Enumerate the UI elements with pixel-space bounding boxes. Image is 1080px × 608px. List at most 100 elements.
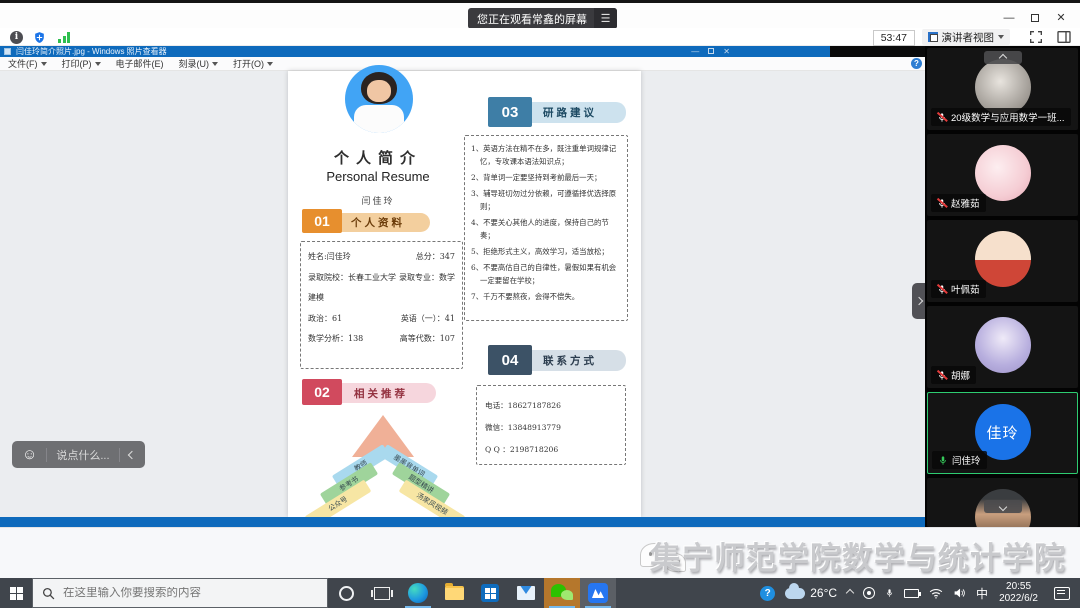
avatar (975, 317, 1031, 373)
restore-button[interactable] (1026, 10, 1044, 25)
close-button[interactable]: ✕ (1052, 10, 1070, 25)
taskbar-clock[interactable]: 20:55 2022/6/2 (993, 581, 1044, 605)
resume-subtitle: Personal Resume (290, 169, 466, 184)
photo-viewer-titlebar: 闫佳玲简介照片.jpg - Windows 照片查看器 — ✕ (0, 46, 830, 57)
wechat-float-icon[interactable] (640, 537, 696, 577)
quick-chat-widget[interactable]: ☺ 说点什么... (12, 441, 145, 468)
participant-tile[interactable]: 20级数学与应用数学一班... (927, 48, 1078, 130)
mic-muted-icon (937, 112, 947, 123)
sidebar-collapse-handle[interactable] (912, 283, 925, 319)
windows-logo-icon (10, 587, 23, 600)
viewer-restore-icon[interactable] (708, 48, 714, 54)
cortana-button[interactable] (328, 578, 364, 608)
contact-phone: 电话：18627187826 (485, 395, 617, 417)
avatar (975, 231, 1031, 287)
side-panel-button[interactable] (1056, 29, 1072, 45)
wechat-icon (551, 584, 573, 602)
meeting-header-bar (0, 28, 1080, 46)
view-mode-button[interactable]: 演讲者视图 (922, 29, 1011, 45)
clock-date: 2022/6/2 (999, 593, 1038, 605)
file-explorer-button[interactable] (436, 578, 472, 608)
hamburger-icon: ☰ (601, 12, 611, 25)
recommendation-pyramid: 教师 墨墨背单词 参考书 题型精讲 公众号 汤家凤视频 (306, 415, 464, 515)
question-icon: ? (760, 586, 775, 601)
section03-number: 03 (488, 97, 532, 127)
edge-button[interactable] (400, 578, 436, 608)
mic-muted-icon (937, 370, 947, 381)
help-button[interactable]: ? (755, 578, 780, 608)
mail-icon (517, 586, 535, 600)
tray-mic-icon[interactable] (880, 578, 899, 608)
tray-expand-button[interactable] (842, 578, 858, 608)
share-banner-menu-button[interactable]: ☰ (594, 8, 617, 29)
participant-tile[interactable]: 胡娜 (927, 306, 1078, 388)
viewer-minimize-icon[interactable]: — (691, 46, 699, 57)
action-center-button[interactable] (1044, 578, 1080, 608)
help-icon[interactable]: ? (911, 58, 922, 69)
participant-name: 叶佩茹 (951, 282, 980, 296)
chevron-down-icon (998, 35, 1004, 39)
minimize-icon: — (1004, 12, 1015, 24)
mail-button[interactable] (508, 578, 544, 608)
photo-viewer-menubar: 文件(F) 打印(P) 电子邮件(E) 刻录(U) 打开(O) (0, 57, 925, 71)
chevron-left-icon[interactable] (127, 450, 135, 458)
ime-indicator[interactable]: 中 (971, 578, 993, 608)
signal-bars-icon[interactable] (58, 32, 72, 43)
mic-muted-icon (937, 284, 947, 295)
mic-active-icon (938, 455, 948, 466)
tencent-meeting-icon (588, 583, 608, 603)
section01-box: 姓名:闫佳玲总分：347 录取院校：长春工业大学录取专业：数学 建模 政治：61… (300, 241, 463, 369)
emoji-icon[interactable]: ☺ (22, 447, 37, 462)
info-icon[interactable]: i (10, 31, 23, 44)
section04-box: 电话：18627187826 微信：13848913779 Q Q ：21987… (476, 385, 626, 465)
participant-tile[interactable]: 赵雅茹 (927, 134, 1078, 216)
menu-file[interactable]: 文件(F) (8, 57, 47, 70)
viewer-bottom-bar (0, 517, 925, 527)
store-button[interactable] (472, 578, 508, 608)
quick-chat-placeholder[interactable]: 说点什么... (56, 447, 109, 463)
avatar (975, 145, 1031, 201)
presenter-view-icon (928, 32, 938, 42)
wifi-icon[interactable] (924, 578, 948, 608)
volume-icon[interactable] (948, 578, 971, 608)
scroll-down-button[interactable] (984, 500, 1022, 513)
section01-number: 01 (302, 209, 342, 233)
section04-number: 04 (488, 345, 532, 375)
menu-burn[interactable]: 刻录(U) (179, 57, 219, 70)
weather-widget[interactable]: 26°C (780, 578, 842, 608)
avatar (975, 59, 1031, 115)
start-button[interactable] (0, 578, 32, 608)
tray-battery-icon[interactable] (899, 578, 924, 608)
shield-icon[interactable] (33, 31, 46, 44)
fullscreen-button[interactable] (1028, 29, 1044, 45)
participant-tile-active[interactable]: 佳玲 闫佳玲 (927, 392, 1078, 474)
close-icon: ✕ (1056, 11, 1065, 24)
minimize-button[interactable]: — (1000, 10, 1018, 25)
tencent-meeting-button[interactable] (580, 578, 616, 608)
participant-name: 闫佳玲 (952, 453, 981, 467)
participant-name: 20级数学与应用数学一班... (951, 110, 1065, 124)
resume-title: 个人简介 (290, 147, 466, 168)
participant-tile[interactable]: 叶佩茹 (927, 220, 1078, 302)
viewer-close-icon[interactable]: ✕ (723, 46, 730, 57)
scroll-up-button[interactable] (984, 51, 1022, 64)
share-banner-text: 您正在观看常鑫的屏幕 (477, 11, 587, 27)
tray-record-icon[interactable] (858, 578, 880, 608)
screen: 您正在观看常鑫的屏幕 ☰ — ✕ i 53:47 演讲者视图 (0, 0, 1080, 608)
mic-muted-icon (937, 198, 947, 209)
task-view-icon (374, 587, 390, 600)
menu-open[interactable]: 打开(O) (233, 57, 273, 70)
search-icon (42, 587, 55, 600)
task-view-button[interactable] (364, 578, 400, 608)
folder-icon (445, 586, 464, 600)
restore-icon (1031, 14, 1039, 22)
taskbar-search[interactable] (32, 578, 328, 608)
wechat-button[interactable] (544, 578, 580, 608)
meeting-toolbar (0, 527, 1080, 578)
edge-icon (408, 583, 428, 603)
participant-tile[interactable] (927, 478, 1078, 527)
share-banner: 您正在观看常鑫的屏幕 ☰ (468, 8, 617, 29)
menu-email[interactable]: 电子邮件(E) (116, 57, 164, 70)
menu-print[interactable]: 打印(P) (62, 57, 101, 70)
search-input[interactable] (63, 587, 303, 599)
